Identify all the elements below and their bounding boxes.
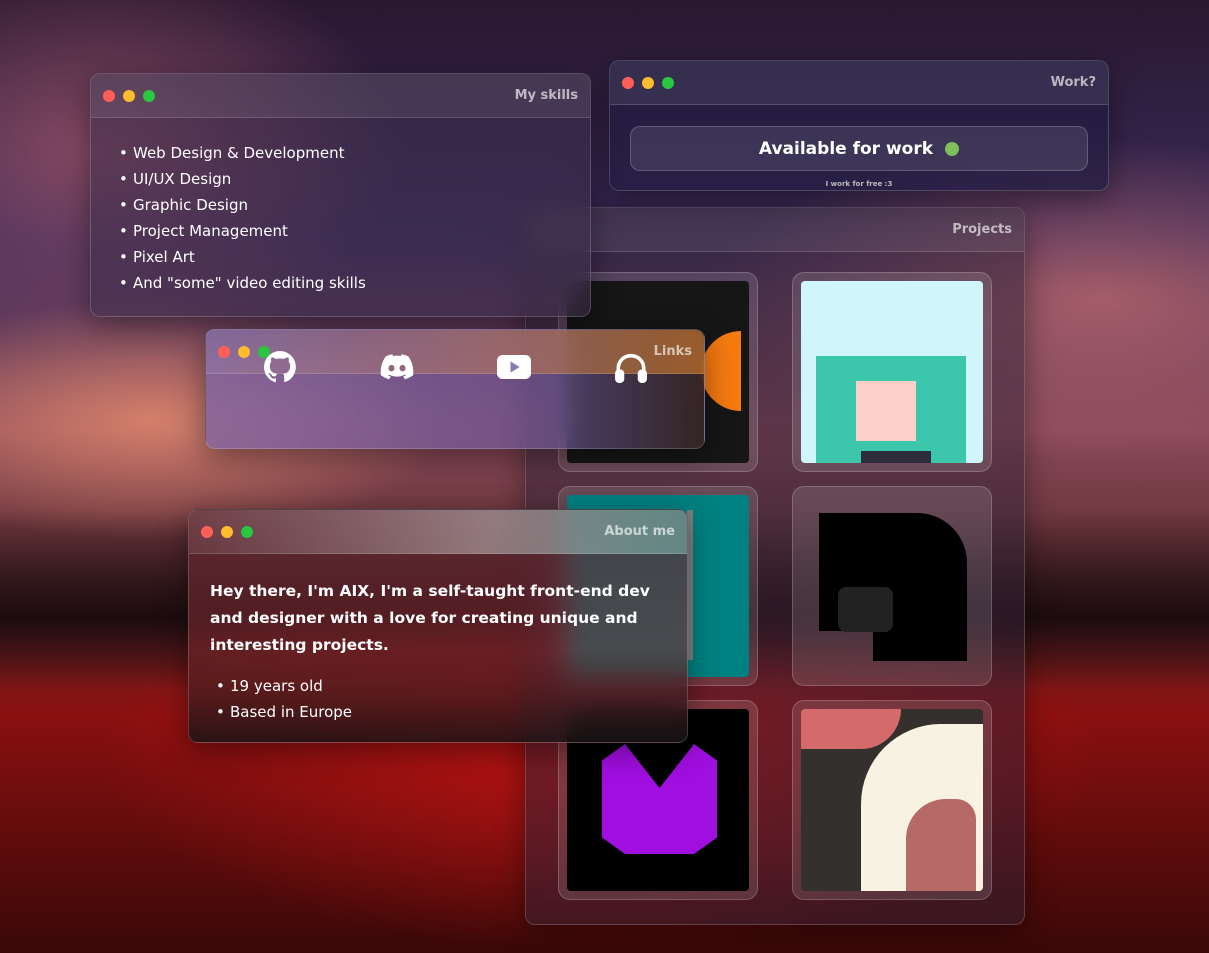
- youtube-icon[interactable]: [497, 350, 531, 384]
- work-note: I work for free :3: [825, 180, 893, 188]
- available-for-work-button[interactable]: Available for work: [630, 126, 1088, 171]
- links-window: Links: [205, 329, 705, 449]
- minimize-dot-icon[interactable]: [642, 76, 654, 89]
- skills-list: Web Design & Development UI/UX Design Gr…: [91, 118, 590, 296]
- close-dot-icon[interactable]: [201, 525, 213, 538]
- window-title: Work?: [1050, 75, 1096, 90]
- list-item: Pixel Art: [119, 244, 590, 270]
- skills-window: My skills Web Design & Development UI/UX…: [90, 73, 591, 317]
- window-title: My skills: [514, 88, 578, 103]
- close-dot-icon[interactable]: [622, 76, 634, 89]
- list-item: Based in Europe: [216, 699, 687, 725]
- list-item: Web Design & Development: [119, 140, 590, 166]
- work-window: Work? Available for work I work for free…: [609, 60, 1109, 191]
- github-icon[interactable]: [263, 350, 297, 384]
- maximize-dot-icon[interactable]: [241, 525, 253, 538]
- project-tile[interactable]: [792, 486, 992, 686]
- headphones-icon[interactable]: [614, 350, 648, 384]
- window-header[interactable]: Projects: [526, 208, 1024, 252]
- about-list: 19 years old Based in Europe: [189, 659, 687, 725]
- close-dot-icon[interactable]: [218, 345, 230, 358]
- status-dot-icon: [945, 141, 960, 156]
- list-item: Project Management: [119, 218, 590, 244]
- about-window: About me Hey there, I'm AIX, I'm a self-…: [188, 509, 688, 743]
- list-item: Graphic Design: [119, 192, 590, 218]
- maximize-dot-icon[interactable]: [662, 76, 674, 89]
- maximize-dot-icon[interactable]: [143, 89, 155, 102]
- window-title: About me: [604, 524, 675, 539]
- window-title: Links: [653, 344, 692, 359]
- button-label: Available for work: [758, 138, 934, 159]
- minimize-dot-icon[interactable]: [221, 525, 233, 538]
- list-item: UI/UX Design: [119, 166, 590, 192]
- window-header[interactable]: My skills: [91, 74, 590, 118]
- about-intro: Hey there, I'm AIX, I'm a self-taught fr…: [210, 582, 650, 654]
- close-dot-icon[interactable]: [103, 89, 115, 102]
- window-title: Projects: [952, 222, 1012, 237]
- list-item: 19 years old: [216, 673, 687, 699]
- window-header[interactable]: Work?: [610, 61, 1108, 105]
- minimize-dot-icon[interactable]: [123, 89, 135, 102]
- window-header[interactable]: About me: [189, 510, 687, 554]
- discord-icon[interactable]: [380, 350, 414, 384]
- project-tile[interactable]: [792, 272, 992, 472]
- project-tile[interactable]: [792, 700, 992, 900]
- list-item: And "some" video editing skills: [119, 270, 590, 296]
- minimize-dot-icon[interactable]: [238, 345, 250, 358]
